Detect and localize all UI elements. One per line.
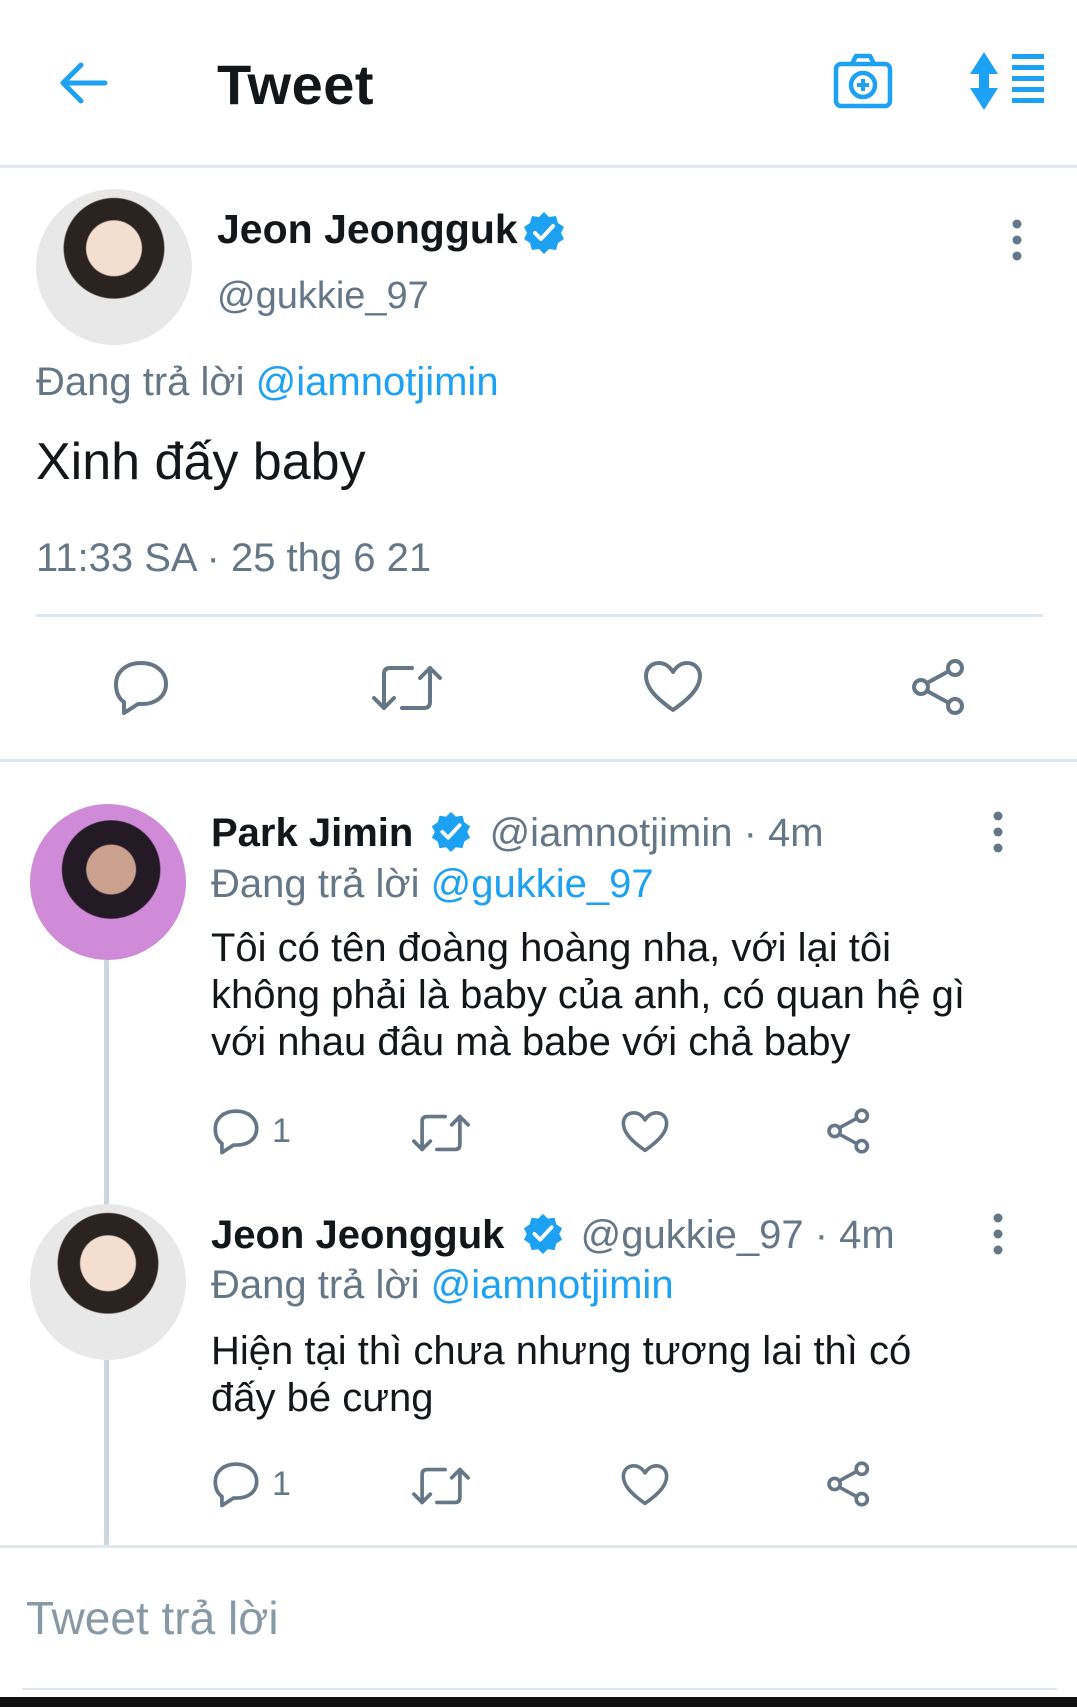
- more-vertical-icon: [993, 811, 1003, 853]
- reply-to-link[interactable]: @gukkie_97: [431, 862, 654, 906]
- arrow-left-icon: [60, 62, 108, 104]
- sort-thread-button[interactable]: [968, 52, 1046, 110]
- reply-prefix: Đang trả lời: [211, 862, 420, 906]
- more-vertical-icon: [993, 1213, 1003, 1255]
- heart-icon: [621, 1111, 669, 1153]
- tweet-text-line: đấy bé cưng: [211, 1376, 434, 1420]
- like-button[interactable]: [643, 660, 703, 714]
- author-handle[interactable]: @gukkie_97: [217, 275, 429, 318]
- tweet-text: Xinh đấy baby: [36, 433, 366, 491]
- author-meta[interactable]: @iamnotjimin · 4m: [490, 811, 824, 855]
- verified-badge-icon: [432, 811, 471, 852]
- section-divider: [0, 759, 1077, 762]
- sort-thread-icon: [970, 52, 1044, 110]
- reply-button[interactable]: 1: [212, 1107, 291, 1155]
- share-icon: [912, 659, 964, 715]
- reply-context: Đang trả lời @iamnotjimin: [36, 360, 499, 405]
- more-options-button[interactable]: [1005, 218, 1029, 262]
- heart-icon: [644, 661, 702, 712]
- reply-button[interactable]: [112, 658, 170, 716]
- tweet-text-line: Tôi có tên đoàng hoàng nha, với lại tôi: [211, 926, 892, 970]
- reply-to-link[interactable]: @iamnotjimin: [256, 360, 499, 404]
- more-vertical-icon: [1012, 219, 1022, 261]
- retweet-button[interactable]: [412, 1110, 470, 1156]
- share-button[interactable]: [909, 658, 969, 716]
- like-button[interactable]: [621, 1110, 669, 1154]
- retweet-icon: [372, 666, 442, 710]
- heart-icon: [621, 1464, 669, 1506]
- page-title: Tweet: [217, 53, 375, 116]
- bottom-edge: [0, 1697, 1077, 1707]
- author-meta[interactable]: @gukkie_97 · 4m: [581, 1213, 895, 1257]
- like-button[interactable]: [621, 1463, 669, 1507]
- verified-badge-icon: [523, 1213, 562, 1254]
- tweet-timestamp: 11:33 SA · 25 thg 6 21: [36, 536, 432, 580]
- reply-compose-input[interactable]: [0, 1550, 1077, 1685]
- avatar[interactable]: [30, 804, 186, 960]
- retweet-button[interactable]: [412, 1463, 470, 1509]
- camera-plus-icon: [833, 53, 893, 109]
- more-options-button[interactable]: [986, 810, 1010, 854]
- verified-badge-icon: [524, 212, 564, 254]
- tweet-text-line: với nhau đâu mà babe với chả baby: [211, 1020, 851, 1064]
- share-icon: [827, 1461, 870, 1507]
- back-button[interactable]: [55, 55, 111, 111]
- author-name[interactable]: Park Jimin: [211, 811, 413, 855]
- tweet-text: Hiện tại thì chưa nhưng tương lai thì có…: [211, 1328, 911, 1422]
- reply-header: Park Jimin @iamnotjimin · 4m: [211, 810, 824, 856]
- reply-to-link[interactable]: @iamnotjimin: [431, 1263, 674, 1307]
- retweet-icon: [412, 1114, 470, 1152]
- tweet-text-line: Hiện tại thì chưa nhưng tương lai thì có: [211, 1329, 912, 1373]
- reply-count: 1: [272, 1464, 291, 1503]
- avatar[interactable]: [30, 1204, 186, 1360]
- share-button[interactable]: [825, 1460, 873, 1508]
- thread-connector: [104, 960, 109, 1205]
- reply-context: Đang trả lời @iamnotjimin: [211, 1263, 674, 1308]
- reply-icon: [114, 661, 168, 715]
- tweet-text: Tôi có tên đoàng hoàng nha, với lại tôi …: [211, 925, 965, 1066]
- reply-icon: [213, 1462, 259, 1508]
- reply-context: Đang trả lời @gukkie_97: [211, 862, 654, 907]
- author-name[interactable]: Jeon Jeongguk: [217, 206, 518, 253]
- reply-count: 1: [272, 1111, 291, 1150]
- compose-bottom-border: [22, 1688, 1057, 1690]
- reply-header: Jeon Jeongguk @gukkie_97 · 4m: [211, 1212, 895, 1258]
- more-options-button[interactable]: [986, 1212, 1010, 1256]
- compose-divider: [0, 1545, 1077, 1548]
- reply-prefix: Đang trả lời: [211, 1263, 420, 1307]
- avatar[interactable]: [36, 189, 192, 345]
- author-name[interactable]: Jeon Jeongguk: [211, 1213, 504, 1257]
- tweet-text-line: không phải là baby của anh, có quan hệ g…: [211, 973, 965, 1017]
- share-button[interactable]: [825, 1107, 873, 1155]
- divider: [36, 614, 1043, 617]
- reply-prefix: Đang trả lời: [36, 360, 245, 404]
- reply-button[interactable]: 1: [212, 1460, 291, 1508]
- camera-button[interactable]: [832, 50, 894, 112]
- reply-icon: [213, 1109, 259, 1155]
- top-app-bar: [0, 0, 1077, 168]
- retweet-icon: [412, 1467, 470, 1505]
- retweet-button[interactable]: [372, 660, 442, 716]
- share-icon: [827, 1108, 870, 1154]
- thread-connector: [104, 1360, 109, 1545]
